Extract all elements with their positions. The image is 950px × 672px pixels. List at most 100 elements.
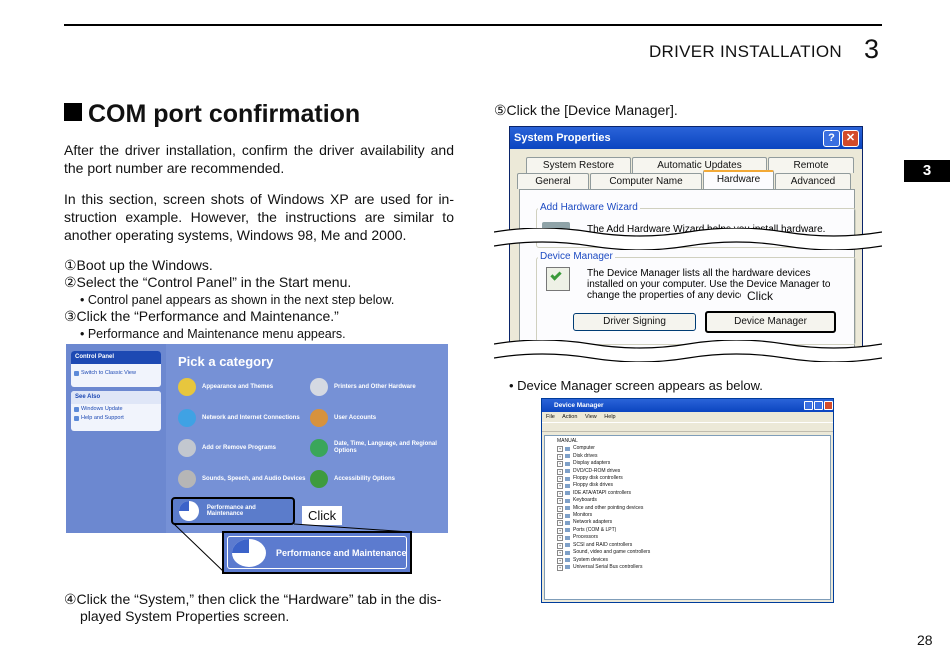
device-manager-group-title: Device Manager [538,251,615,262]
tree-item[interactable]: Keyboards [545,497,830,505]
step-3-bullet: • Performance and Maintenance menu appea… [80,327,346,341]
category-label: Sounds, Speech, and Audio Devices [202,476,306,482]
tree-item[interactable]: Floppy disk controllers [545,475,830,483]
category-printers[interactable]: Printers and Other Hardware [310,378,416,396]
tree-item[interactable]: Network adapters [545,519,830,527]
tab-hardware[interactable]: Hardware [703,170,774,189]
device-manager-window: Device Manager File Action View Help MAN… [541,398,834,603]
step-1: ①Boot up the Windows. [64,257,213,273]
tree-item[interactable]: Display adapters [545,460,830,468]
tree-item[interactable]: Universal Serial Bus controllers [545,564,830,572]
switch-classic-view-link[interactable]: Switch to Classic View [71,368,161,377]
control-panel-box-title: Control Panel [71,351,161,364]
tree-item[interactable]: System devices [545,557,830,564]
tree-item[interactable]: DVD/CD-ROM drives [545,468,830,476]
menu-view[interactable]: View [585,414,597,420]
tab-computer-name[interactable]: Computer Name [590,173,702,189]
step-4-cont: played System Properties screen. [80,608,290,624]
chapter-side-tab: 3 [904,160,950,182]
tree-item[interactable]: Mice and other pointing devices [545,505,830,513]
tab-general[interactable]: General [517,173,589,189]
click-callout: Click [741,288,779,304]
pie-chart-icon [232,538,266,567]
chapter-title: DRIVER INSTALLATION [648,42,842,61]
category-label: Performance and Maintenance [206,505,256,517]
category-network[interactable]: Network and Internet Connections [178,409,300,427]
category-accessibility[interactable]: Accessibility Options [310,470,395,488]
tree-item[interactable]: Computer [545,445,830,453]
step-4: ④Click the “System,” then click the “Har… [64,591,442,607]
menu-help[interactable]: Help [604,414,615,420]
globe-icon [178,409,196,427]
note-paragraph: In this section, screen shots of Windows… [64,191,454,243]
tree-item[interactable]: Sound, video and game controllers [545,549,830,557]
tree-item[interactable]: Monitors [545,512,830,520]
top-rule [64,24,882,26]
category-add-remove[interactable]: Add or Remove Programs [178,439,276,457]
menu-file[interactable]: File [546,414,555,420]
tree-item[interactable]: Processors [545,534,830,542]
tab-remote[interactable]: Remote [768,157,854,173]
category-date-time[interactable]: Date, Time, Language, and Regional Optio… [310,439,440,457]
system-properties-title: System Properties [510,127,862,149]
windows-update-link[interactable]: Windows Update [71,404,161,413]
step-5-bullet: • Device Manager screen appears as below… [509,378,763,393]
pie-chart-icon [179,501,199,521]
break-wave-bottom [494,340,882,362]
device-manager-titlebar: Device Manager [542,399,833,412]
tab-system-restore[interactable]: System Restore [526,157,631,173]
device-manager-text: The Device Manager lists all the hardwar… [587,268,831,301]
break-wave-top [494,228,882,250]
step-3: ③Click the “Performance and Maintenance.… [64,308,339,324]
tree-item[interactable]: Disk drives [545,453,830,461]
performance-maintenance-zoom: Performance and Maintenance [222,531,412,574]
maximize-button[interactable] [814,401,823,410]
category-label: Appearance and Themes [202,384,274,390]
tree-root[interactable]: MANUAL [545,438,830,445]
square-bullet-icon [64,103,82,121]
category-sounds[interactable]: Sounds, Speech, and Audio Devices [178,470,305,488]
tree-item[interactable]: Ports (COM & LPT) [545,527,830,535]
appearance-icon [178,378,196,396]
help-button[interactable]: ? [823,130,840,147]
intro-paragraph: After the driver installation, confirm t… [64,142,454,176]
checklist-icon [546,267,570,291]
category-appearance[interactable]: Appearance and Themes [178,378,273,396]
help-support-link[interactable]: Help and Support [71,413,161,422]
close-button[interactable] [824,401,833,410]
step-2: ②Select the “Control Panel” in the Start… [64,274,352,290]
section-title-text: COM port confirmation [88,100,361,128]
category-label: Date, Time, Language, and Regional Optio… [334,441,437,454]
chapter-number: 3 [864,34,880,64]
category-label: Add or Remove Programs [202,445,277,451]
close-button[interactable]: ✕ [842,130,859,147]
users-icon [310,409,328,427]
minimize-button[interactable] [804,401,813,410]
tab-advanced[interactable]: Advanced [775,173,851,189]
tree-item[interactable]: IDE ATA/ATAPI controllers [545,490,830,498]
step-5: ⑤Click the [Device Manager]. [494,102,678,118]
category-label: User Accounts [334,415,377,421]
printer-icon [310,378,328,396]
category-user-accounts[interactable]: User Accounts [310,409,376,427]
accessibility-icon [310,470,328,488]
device-manager-menubar: File Action View Help [542,412,833,422]
driver-signing-button[interactable]: Driver Signing [573,313,696,331]
control-panel-sidebar: Control Panel Switch to Classic View See… [66,344,166,533]
see-also-title: See Also [71,391,161,404]
device-manager-title: Device Manager [554,402,604,409]
device-manager-button[interactable]: Device Manager [705,311,836,333]
speaker-icon [178,470,196,488]
step-2-bullet: • Control panel appears as shown in the … [80,293,395,307]
page-number: 28 [917,632,933,648]
tree-item[interactable]: Floppy disk drives [545,482,830,490]
add-hardware-group-title: Add Hardware Wizard [538,202,640,213]
category-label: Network and Internet Connections [202,415,300,421]
menu-action[interactable]: Action [562,414,577,420]
clock-globe-icon [310,439,328,457]
category-label: Printers and Other Hardware [334,384,416,390]
cd-box-icon [178,439,196,457]
hardware-tab-panel: Add Hardware Wizard The Add Hardware Wiz… [519,189,856,349]
tree-item[interactable]: SCSI and RAID controllers [545,542,830,550]
zoom-label: Performance and Maintenance [276,547,407,558]
